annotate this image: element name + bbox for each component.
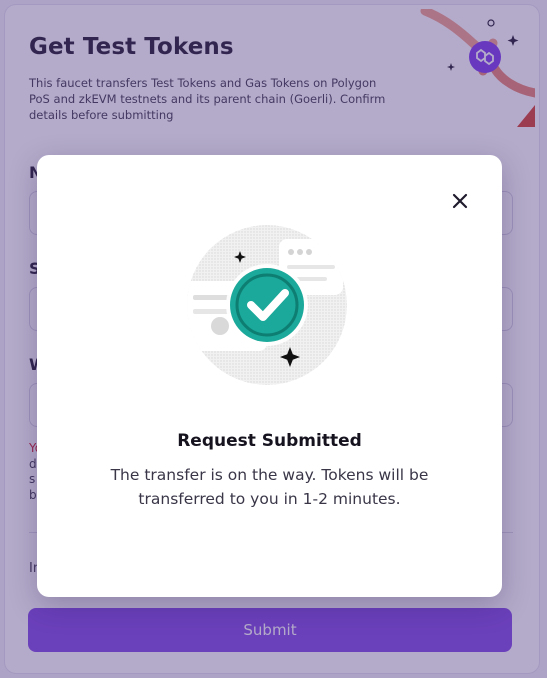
- close-button[interactable]: [448, 189, 472, 213]
- close-icon: [452, 193, 468, 209]
- modal-message: The transfer is on the way. Tokens will …: [110, 466, 429, 508]
- check-circle-icon: [226, 264, 308, 346]
- success-illustration: [187, 225, 347, 385]
- request-submitted-modal: Request Submitted The transfer is on the…: [37, 155, 502, 597]
- modal-title: Request Submitted: [177, 431, 362, 451]
